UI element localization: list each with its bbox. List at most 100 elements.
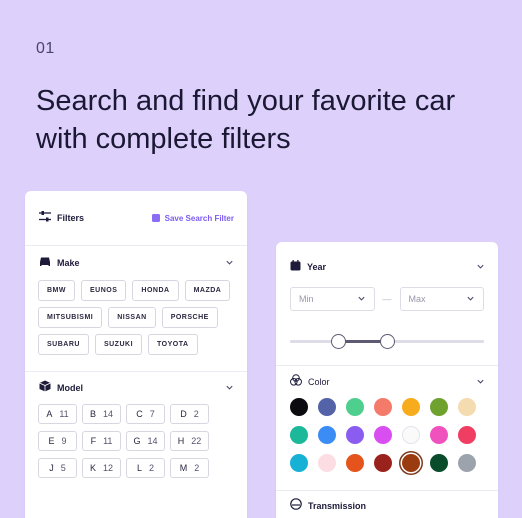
- model-section-header[interactable]: Model: [25, 372, 247, 404]
- save-search-filter-button[interactable]: Save Search Filter: [151, 213, 234, 223]
- make-chip[interactable]: NISSAN: [108, 307, 156, 328]
- make-chip[interactable]: BMW: [38, 280, 75, 301]
- transmission-section-header[interactable]: Transmission: [276, 491, 498, 518]
- model-chip[interactable]: B 14: [82, 404, 121, 424]
- model-chip[interactable]: M2: [170, 458, 209, 478]
- model-letter: G: [133, 436, 141, 446]
- model-chip[interactable]: C7: [126, 404, 165, 424]
- color-swatch[interactable]: [318, 454, 336, 472]
- make-chip[interactable]: PORSCHE: [161, 307, 218, 328]
- model-letter: H: [177, 436, 185, 446]
- color-swatches: [276, 398, 498, 490]
- color-swatch[interactable]: [374, 454, 392, 472]
- slider-max-thumb[interactable]: [379, 334, 395, 349]
- model-chip[interactable]: K 12: [82, 458, 121, 478]
- save-search-filter-label: Save Search Filter: [164, 213, 234, 223]
- model-count: 14: [103, 409, 114, 419]
- color-swatch[interactable]: [458, 454, 476, 472]
- color-swatch[interactable]: [318, 398, 336, 416]
- year-range-slider[interactable]: [290, 332, 484, 350]
- chevron-down-icon[interactable]: [225, 379, 234, 397]
- model-options: A 11 B 14 C 7 D 2 E 9 F 11 G 14 H 22 J 5 K 12 L 2 M 2: [25, 404, 247, 478]
- year-range-selects: Min — Max: [276, 287, 498, 311]
- color-swatch[interactable]: [402, 398, 420, 416]
- model-count: 22: [191, 436, 202, 446]
- chevron-down-icon[interactable]: [225, 254, 234, 272]
- make-chip[interactable]: HONDA: [132, 280, 179, 301]
- year-max-select[interactable]: Max: [399, 287, 484, 311]
- year-title: Year: [307, 262, 327, 272]
- model-count: 9: [61, 436, 67, 446]
- model-letter: B: [89, 409, 96, 419]
- model-chip[interactable]: H 22: [170, 431, 209, 451]
- color-swatch[interactable]: [430, 398, 448, 416]
- model-count: 7: [149, 409, 155, 419]
- model-letter: D: [180, 409, 187, 419]
- model-letter: A: [46, 409, 53, 419]
- chevron-down-icon[interactable]: [476, 373, 485, 391]
- color-swatch[interactable]: [290, 398, 308, 416]
- car-icon: [39, 254, 51, 272]
- color-circles-icon: [290, 373, 302, 391]
- make-chip[interactable]: MAZDA: [184, 280, 231, 301]
- color-swatch[interactable]: [402, 454, 420, 472]
- slider-min-thumb[interactable]: [331, 334, 346, 349]
- color-swatch[interactable]: [430, 454, 448, 472]
- color-swatch[interactable]: [346, 454, 364, 472]
- make-title: Make: [57, 258, 80, 268]
- model-letter: E: [48, 436, 55, 446]
- model-letter: M: [179, 463, 188, 473]
- color-swatch[interactable]: [458, 426, 476, 444]
- model-letter: L: [136, 463, 142, 473]
- color-swatch[interactable]: [430, 426, 448, 444]
- calendar-icon: [290, 258, 301, 276]
- bookmark-icon: [151, 214, 160, 222]
- make-chip[interactable]: SUBARU: [38, 334, 89, 355]
- model-letter: J: [49, 463, 54, 473]
- make-chip[interactable]: SUZUKI: [94, 334, 143, 355]
- model-count: 2: [149, 463, 155, 473]
- color-swatch[interactable]: [402, 426, 420, 444]
- transmission-title: Transmission: [308, 501, 367, 511]
- model-count: 11: [59, 409, 69, 419]
- model-count: 2: [193, 409, 199, 419]
- make-chip[interactable]: MITSUBISMI: [38, 307, 103, 328]
- range-separator: —: [382, 294, 392, 304]
- color-swatch[interactable]: [458, 398, 476, 416]
- model-chip[interactable]: E9: [38, 431, 77, 451]
- model-chip[interactable]: D2: [170, 404, 209, 424]
- cube-icon: [39, 379, 51, 397]
- filters-title: Filters: [57, 213, 85, 223]
- year-section-header[interactable]: Year: [276, 242, 498, 292]
- filters-panel: Filters Save Search Filter Make BMW EUNOS…: [25, 191, 247, 518]
- model-chip[interactable]: L2: [126, 458, 165, 478]
- model-title: Model: [57, 383, 83, 393]
- year-min-select[interactable]: Min: [290, 287, 375, 311]
- chevron-down-icon: [357, 294, 366, 305]
- color-section-header[interactable]: Color: [276, 366, 498, 398]
- gauge-icon: [290, 497, 302, 515]
- model-chip[interactable]: A 11: [38, 404, 77, 424]
- make-chip[interactable]: EUNOS: [81, 280, 127, 301]
- model-chip[interactable]: F 11: [82, 431, 121, 451]
- step-number: 01: [36, 40, 55, 57]
- chevron-down-icon: [466, 294, 475, 305]
- sliders-icon: [39, 209, 51, 227]
- color-title: Color: [308, 377, 330, 387]
- model-count: 12: [103, 463, 114, 473]
- make-chip[interactable]: TOYOTA: [148, 334, 198, 355]
- make-options: BMW EUNOS HONDA MAZDA MITSUBISMI NISSAN PORSCH…: [25, 280, 247, 371]
- color-swatch[interactable]: [346, 426, 364, 444]
- color-swatch[interactable]: [374, 426, 392, 444]
- color-swatch[interactable]: [318, 426, 336, 444]
- color-swatch[interactable]: [374, 398, 392, 416]
- chevron-down-icon[interactable]: [476, 258, 485, 276]
- model-chip[interactable]: G 14: [126, 431, 165, 451]
- model-letter: C: [136, 409, 143, 419]
- make-section-header[interactable]: Make: [25, 246, 247, 280]
- color-swatch[interactable]: [346, 398, 364, 416]
- model-chip[interactable]: J5: [38, 458, 77, 478]
- model-letter: F: [90, 436, 97, 446]
- color-swatch[interactable]: [290, 454, 308, 472]
- color-swatch[interactable]: [290, 426, 308, 444]
